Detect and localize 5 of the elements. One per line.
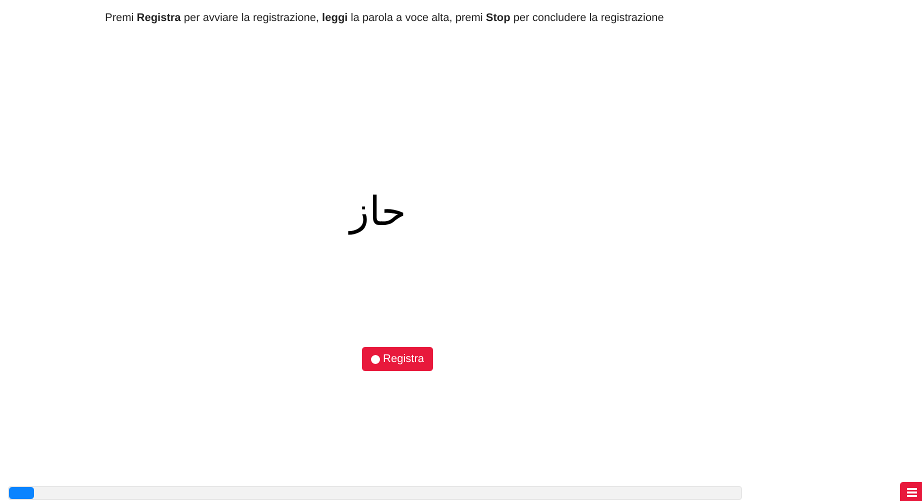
arabic-word: حاز bbox=[350, 188, 406, 236]
instruction-text: Premi Registra per avviare la registrazione, leggi la parola a voce alta, premi Stop per concludere la registrazione bbox=[105, 12, 664, 24]
menu-icon bbox=[907, 488, 917, 497]
record-button[interactable]: Registra bbox=[362, 347, 433, 371]
menu-button[interactable] bbox=[900, 482, 922, 501]
